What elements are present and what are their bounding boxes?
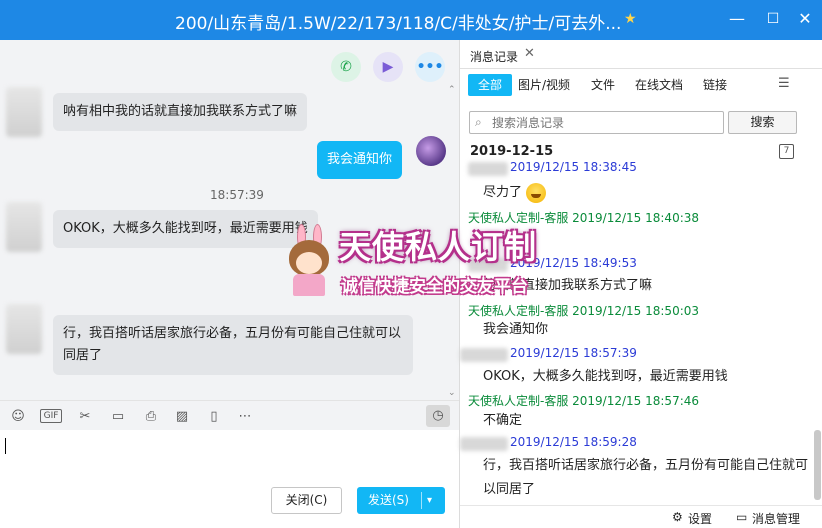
chevron-down-icon[interactable]: ▾ (427, 487, 432, 514)
voice-call-icon[interactable]: ✆ (331, 52, 361, 82)
history-meta: 天使私人定制-客服 2019/12/15 18:57:46 (468, 394, 700, 408)
scroll-up-icon[interactable]: ⌃ (448, 85, 456, 95)
history-meta: 2019/12/15 18:57:39 (510, 346, 637, 360)
send-divider (421, 492, 422, 509)
message-manage-button[interactable]: 消息管理 (752, 510, 800, 527)
image-icon[interactable]: ▨ (173, 409, 191, 425)
message-timestamp: 18:57:39 (210, 188, 264, 202)
sender-name-blurred (460, 348, 508, 362)
message-input[interactable]: 关闭(C) 发送(S) ▾ (0, 430, 459, 528)
settings-button[interactable]: 设置 (688, 510, 712, 527)
mascot-face (296, 252, 322, 274)
contact-avatar (6, 202, 42, 252)
watermark-mascot (283, 224, 335, 296)
filter-links[interactable]: 链接 (703, 74, 727, 96)
watermark-title: 天使私人订制 (339, 228, 538, 266)
screenshot-icon[interactable]: ✂ (76, 409, 94, 425)
maximize-button[interactable]: ☐ (763, 9, 783, 29)
message-bubble-mine: 我会通知你 (317, 141, 403, 179)
vibrate-icon[interactable]: ▯ (205, 409, 223, 425)
settings-icon[interactable]: ⚙ (672, 510, 683, 524)
message-manage-icon[interactable]: ▭ (736, 510, 747, 524)
filter-icon[interactable]: ☰ (778, 76, 790, 91)
message-bubble: OKOK，大概多久能找到呀，最近需要用钱 (53, 210, 318, 248)
history-meta: 2019/12/15 18:59:28 (510, 435, 637, 449)
divider (460, 68, 822, 69)
mascot-body (293, 274, 325, 296)
history-text: OKOK，大概多久能找到呀，最近需要用钱 (483, 369, 728, 384)
history-footer: ⚙ 设置 ▭ 消息管理 (460, 505, 822, 528)
date-header: 2019-12-15 (470, 144, 554, 159)
history-clock-icon[interactable]: ◷ (426, 405, 450, 427)
filter-docs[interactable]: 在线文档 (635, 74, 683, 96)
tab-message-history[interactable]: 消息记录 (470, 48, 518, 65)
search-icon: ⌕ (475, 115, 482, 129)
message-bubble: 行，我百搭听话居家旅行必备，五月份有可能自己住就可以同居了 (53, 315, 413, 375)
contact-avatar (6, 87, 42, 137)
history-text: 尽力了 (483, 182, 547, 204)
gif-icon[interactable]: GIF (40, 409, 62, 423)
close-icon[interactable]: ✕ (524, 46, 535, 61)
search-button[interactable]: 搜索 (728, 111, 797, 134)
input-toolbar: ☺ GIF ✂ ▭ ⎙ ▨ ▯ ⋯ (0, 400, 459, 430)
search-input[interactable] (492, 113, 717, 132)
more-tools-icon[interactable]: ⋯ (236, 409, 254, 425)
history-text: 不确定 (483, 413, 523, 428)
watermark-subtitle: 诚信快捷安全的交友平台 (341, 277, 528, 297)
send-button[interactable]: 发送(S) ▾ (357, 487, 445, 514)
emoji-icon[interactable]: ☺ (9, 409, 27, 425)
message-bubble: 呐有相中我的话就直接加我联系方式了嘛 (53, 93, 308, 131)
my-avatar[interactable] (416, 136, 446, 166)
filter-media[interactable]: 图片/视频 (518, 74, 570, 96)
close-window-button[interactable]: ✕ (795, 9, 815, 29)
history-text: 我会通知你 (483, 322, 549, 337)
window-title: 200/山东青岛/1.5W/22/173/118/C/非处女/护士/可去外... (175, 14, 622, 34)
search-box: ⌕ (469, 111, 724, 134)
filter-files[interactable]: 文件 (591, 74, 615, 96)
history-text: 以同居了 (483, 482, 536, 497)
sender-name-blurred (460, 437, 508, 451)
star-icon[interactable]: ★ (624, 11, 637, 27)
more-icon[interactable]: ••• (415, 52, 445, 82)
close-button[interactable]: 关闭(C) (271, 487, 342, 514)
history-scrollbar[interactable] (814, 430, 821, 500)
folder-icon[interactable]: ▭ (109, 409, 127, 425)
send-label: 发送(S) (368, 493, 409, 507)
video-call-icon[interactable]: ▶ (373, 52, 403, 82)
text-caret (5, 438, 6, 454)
contact-avatar (6, 304, 42, 354)
title-bar: 200/山东青岛/1.5W/22/173/118/C/非处女/护士/可去外...… (0, 0, 822, 40)
watermark: 天使私人订制 诚信快捷安全的交友平台 (283, 222, 553, 302)
document-icon[interactable]: ⎙ (142, 409, 160, 425)
history-meta: 2019/12/15 18:38:45 (510, 160, 637, 174)
laughing-emoji-icon (526, 182, 547, 203)
minimize-button[interactable]: — (727, 9, 747, 29)
history-meta: 天使私人定制-客服 2019/12/15 18:50:03 (468, 304, 700, 318)
calendar-icon[interactable]: 7 (779, 144, 794, 159)
scroll-down-icon[interactable]: ⌄ (448, 388, 456, 398)
filter-all[interactable]: 全部 (468, 74, 513, 96)
history-text: 行，我百搭听话居家旅行必备，五月份有可能自己住就可 (483, 458, 809, 473)
sender-name-blurred (468, 162, 508, 176)
